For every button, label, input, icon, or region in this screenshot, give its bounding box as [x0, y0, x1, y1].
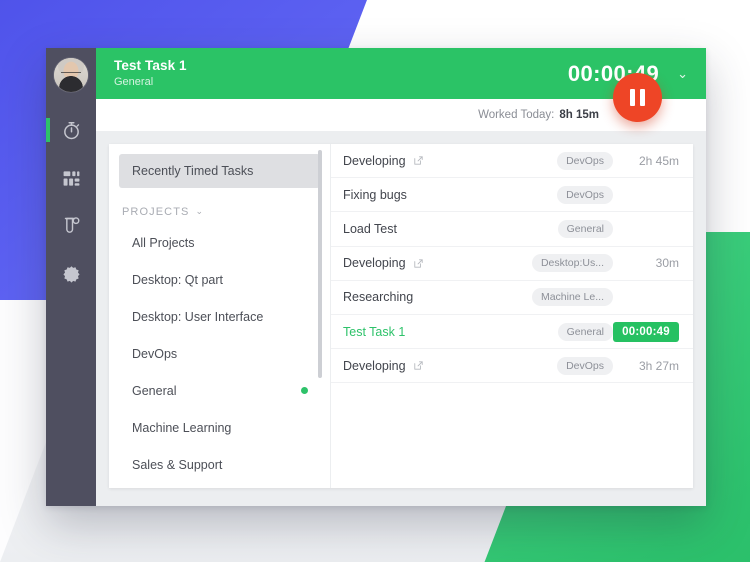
task-row[interactable]: Developing DevOps 3h 27m [331, 349, 693, 384]
external-link-icon[interactable] [413, 360, 424, 371]
task-row[interactable]: Load Test General [331, 212, 693, 247]
projects-list: All Projects Desktop: Qt part Desktop: Use… [109, 224, 330, 483]
content-card: Recently Timed Tasks PROJECTS ⌄ All Proj… [109, 144, 693, 488]
external-link-icon[interactable] [413, 258, 424, 269]
task-name: Fixing bugs [343, 187, 407, 202]
reports-icon [61, 216, 81, 236]
avatar-glasses [61, 72, 81, 76]
external-link-icon[interactable] [413, 155, 424, 166]
chevron-down-icon[interactable]: ⌄ [669, 63, 690, 84]
app-window: Test Task 1 General 00:00:49 ⌄ Worked To… [46, 48, 706, 506]
gear-icon [62, 265, 81, 284]
chevron-down-icon: ⌄ [195, 205, 205, 216]
project-label: Desktop: User Interface [132, 309, 264, 324]
pause-button[interactable] [613, 73, 662, 122]
worked-today-value: 8h 15m [559, 109, 599, 121]
project-label: All Projects [132, 235, 195, 250]
active-indicator-bar [46, 118, 50, 142]
content-body: Recently Timed Tasks PROJECTS ⌄ All Proj… [96, 132, 706, 506]
projects-section-label: PROJECTS [122, 206, 190, 218]
project-label: Machine Learning [132, 420, 232, 435]
sidebar-item-settings[interactable] [46, 256, 96, 292]
sidebar-item-timer[interactable] [46, 112, 96, 148]
projects-panel: Recently Timed Tasks PROJECTS ⌄ All Proj… [109, 144, 331, 488]
project-label: Sales & Support [132, 457, 223, 472]
project-list-item[interactable]: General [109, 372, 330, 409]
projects-scrollbar-thumb[interactable] [318, 150, 322, 378]
sidebar-item-recently-timed-tasks[interactable]: Recently Timed Tasks [119, 154, 320, 188]
project-list-item[interactable]: DevOps [109, 335, 330, 372]
current-task-block: Test Task 1 General [114, 57, 187, 90]
current-task-project: General [114, 76, 154, 88]
task-project-badge: General [557, 219, 613, 238]
user-avatar[interactable] [54, 58, 88, 92]
project-label: Desktop: Qt part [132, 272, 224, 287]
current-task-title: Test Task 1 [114, 58, 187, 73]
projects-section-header[interactable]: PROJECTS ⌄ [109, 188, 330, 224]
sidebar-item-reports[interactable] [46, 208, 96, 244]
task-name: Developing [343, 256, 406, 271]
task-project-badge: Machine Le... [531, 288, 613, 307]
task-project-badge: DevOps [557, 356, 613, 375]
project-list-item[interactable]: Machine Learning [109, 409, 330, 446]
timer-header: Test Task 1 General 00:00:49 ⌄ [96, 48, 706, 122]
task-row[interactable]: Fixing bugs DevOps [331, 178, 693, 213]
task-project-badge: Desktop:Us... [531, 254, 613, 273]
sidebar-item-dashboard[interactable] [46, 160, 96, 196]
task-project-badge: DevOps [557, 185, 613, 204]
project-list-item[interactable]: All Projects [109, 224, 330, 261]
project-list-item[interactable]: Sales & Support [109, 446, 330, 483]
task-row[interactable]: Researching Machine Le... [331, 281, 693, 315]
task-name: Researching [343, 290, 414, 305]
worked-today-label: Worked Today: [478, 109, 555, 121]
task-running-timer: 00:00:49 [613, 321, 679, 342]
active-project-dot [301, 387, 308, 394]
dashboard-icon [62, 169, 81, 188]
sidebar-icon-list [46, 112, 96, 292]
pause-bar-left [630, 89, 635, 106]
project-list-item[interactable]: Desktop: Qt part [109, 261, 330, 298]
project-list-item[interactable]: Desktop: User Interface [109, 298, 330, 335]
task-duration: 2h 45m [638, 153, 679, 168]
main-content: Test Task 1 General 00:00:49 ⌄ Worked To… [96, 48, 706, 506]
pause-bar-right [640, 89, 645, 106]
task-row[interactable]: Developing DevOps 2h 45m [331, 144, 693, 179]
task-name: Load Test [343, 221, 397, 236]
task-name: Developing [343, 358, 406, 373]
timer-icon [61, 120, 82, 141]
task-duration: 3h 27m [638, 358, 679, 373]
sidebar-rail [46, 48, 96, 506]
task-project-badge: DevOps [557, 151, 613, 170]
task-name: Test Task 1 [343, 324, 406, 339]
task-name: Developing [343, 153, 406, 168]
project-label: DevOps [132, 346, 178, 361]
task-duration: 30m [655, 256, 679, 271]
tasks-list: Developing DevOps 2h 45m Fixing bugs DevOps L… [331, 144, 693, 488]
task-project-badge: General [557, 322, 613, 341]
project-label: General [132, 383, 177, 398]
task-row[interactable]: Developing Desktop:Us... 30m [331, 247, 693, 281]
task-row[interactable]: Test Task 1 General 00:00:49 [331, 315, 693, 350]
